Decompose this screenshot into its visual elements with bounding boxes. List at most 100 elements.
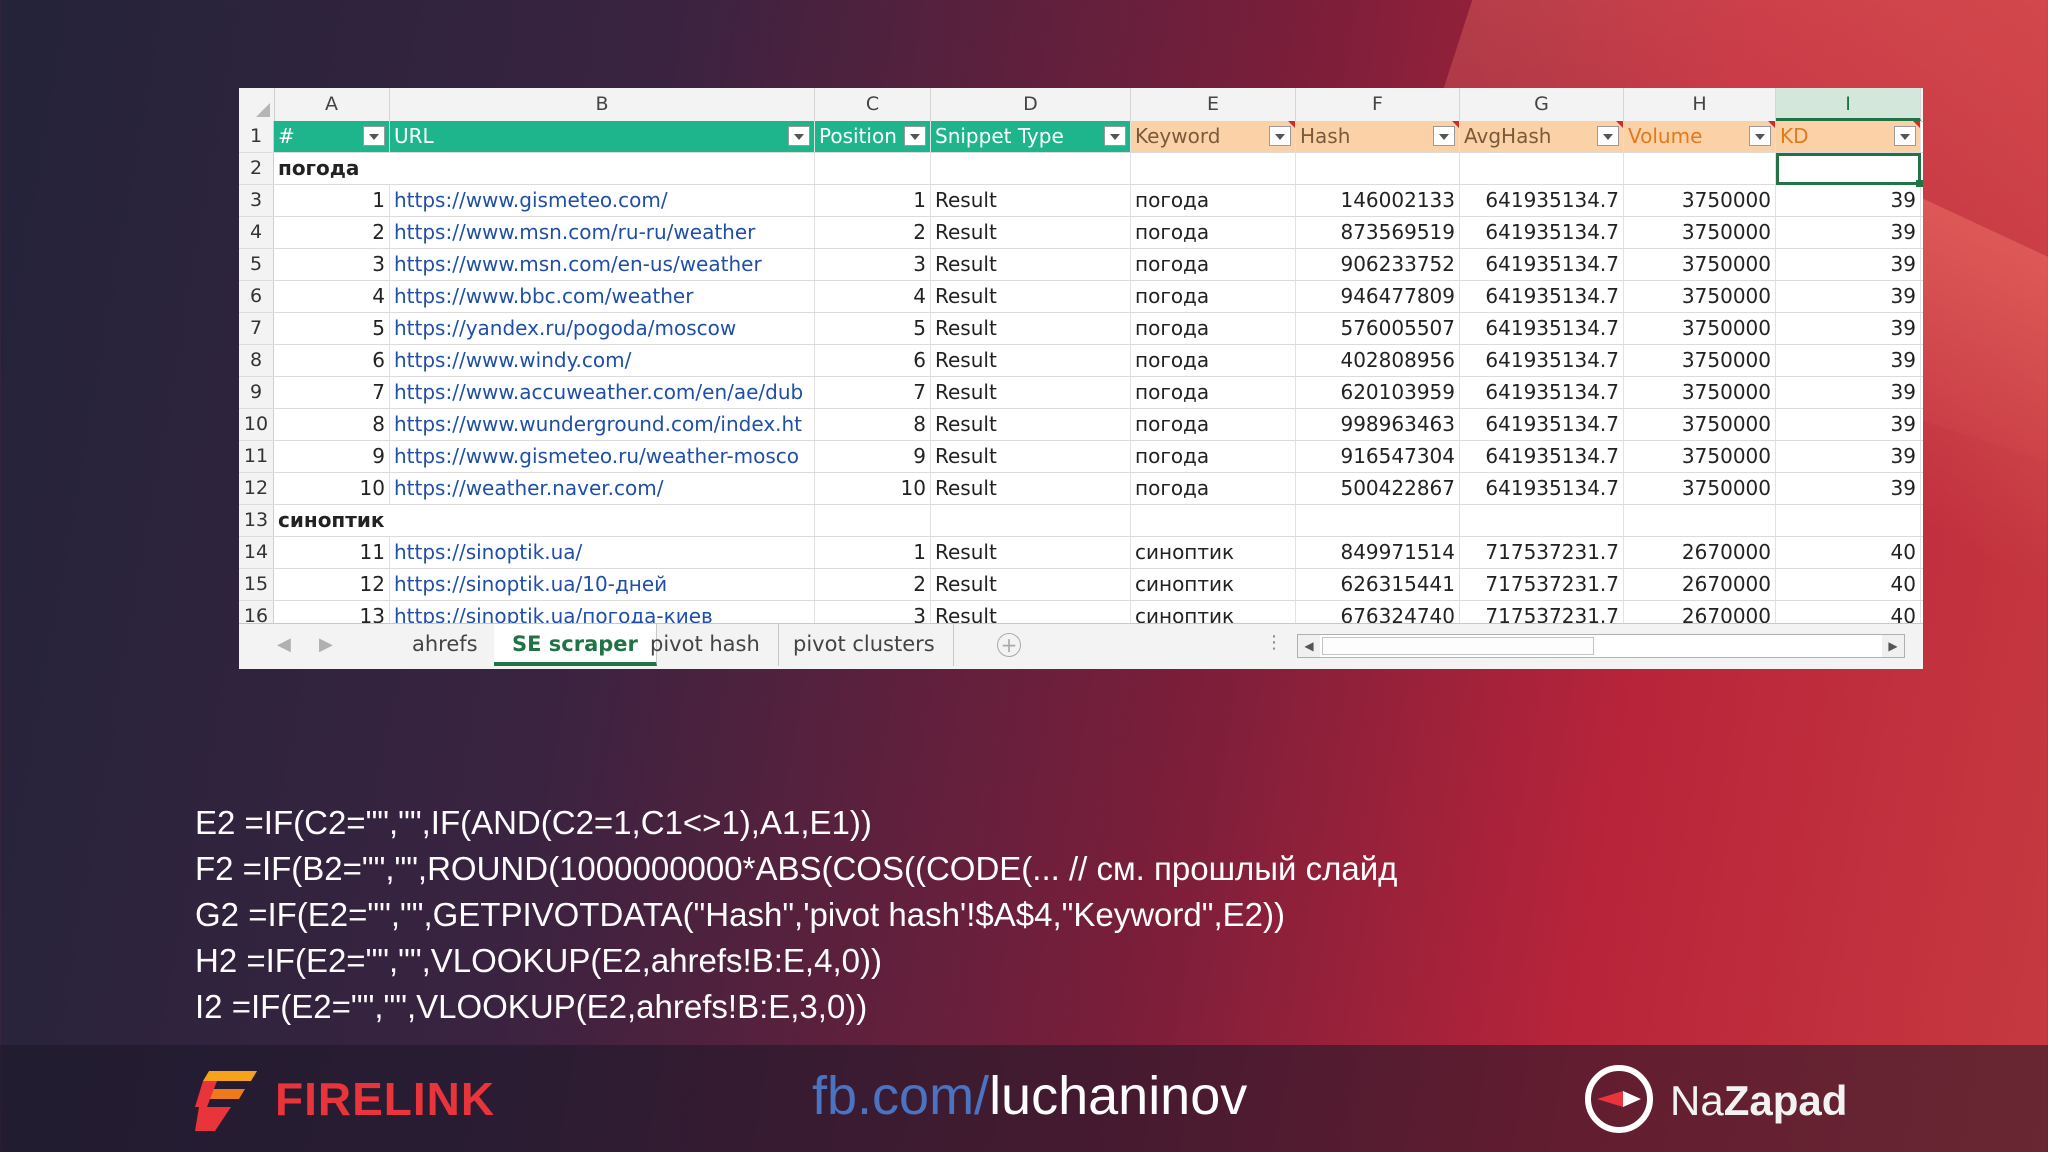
column-letter-a[interactable]: A [274, 88, 390, 121]
cell-d[interactable]: Result [931, 281, 1131, 312]
cell-d[interactable]: Result [931, 185, 1131, 216]
header-cell-h[interactable]: Volume [1624, 121, 1776, 152]
group-label-cell[interactable]: погода [274, 153, 390, 184]
cell-i[interactable]: 39 [1776, 313, 1921, 344]
url-link-cell[interactable]: https://www.msn.com/ru-ru/weather [390, 217, 815, 248]
cell-d[interactable]: Result [931, 217, 1131, 248]
row-number[interactable]: 13 [239, 505, 274, 536]
cell-i[interactable]: 40 [1776, 569, 1921, 600]
url-link-cell[interactable]: https://www.gismeteo.com/ [390, 185, 815, 216]
cell-a[interactable]: 3 [274, 249, 390, 280]
column-letter-b[interactable]: B [390, 88, 815, 121]
tabs-split-handle-icon[interactable]: ⋮ [1265, 632, 1283, 653]
cell-f[interactable]: 916547304 [1296, 441, 1460, 472]
cell-a[interactable]: 6 [274, 345, 390, 376]
header-cell-i[interactable]: KD [1776, 121, 1921, 152]
cell-h[interactable]: 2670000 [1624, 537, 1776, 568]
row-number[interactable]: 6 [239, 281, 274, 312]
cell-e[interactable]: синоптик [1131, 569, 1296, 600]
url-link-cell[interactable]: https://sinoptik.ua/ [390, 537, 815, 568]
filter-dropdown-icon[interactable] [1597, 126, 1619, 146]
cell-d[interactable]: Result [931, 313, 1131, 344]
empty-cell[interactable] [1624, 505, 1776, 536]
row-number[interactable]: 11 [239, 441, 274, 472]
row-number[interactable]: 14 [239, 537, 274, 568]
row-number[interactable]: 4 [239, 217, 274, 248]
cell-f[interactable]: 500422867 [1296, 473, 1460, 504]
cell-i[interactable]: 39 [1776, 473, 1921, 504]
next-sheet-arrow-icon[interactable]: ▶ [319, 634, 333, 655]
cell-g[interactable]: 641935134.7 [1460, 441, 1624, 472]
cell-f[interactable]: 849971514 [1296, 537, 1460, 568]
empty-cell[interactable] [1624, 153, 1776, 184]
cell-f[interactable]: 146002133 [1296, 185, 1460, 216]
cell-e[interactable]: погода [1131, 345, 1296, 376]
url-link-cell[interactable]: https://www.accuweather.com/en/ae/dub [390, 377, 815, 408]
header-cell-d[interactable]: Snippet Type [931, 121, 1131, 152]
cell-h[interactable]: 3750000 [1624, 441, 1776, 472]
url-link-cell[interactable]: https://www.msn.com/en-us/weather [390, 249, 815, 280]
cell-c[interactable]: 10 [815, 473, 931, 504]
cell-d[interactable]: Result [931, 377, 1131, 408]
filter-dropdown-icon[interactable] [1749, 126, 1771, 146]
column-letter-c[interactable]: C [815, 88, 931, 121]
url-link-cell[interactable]: https://sinoptik.ua/10-дней [390, 569, 815, 600]
cell-c[interactable]: 7 [815, 377, 931, 408]
header-cell-a[interactable]: # [274, 121, 390, 152]
empty-cell[interactable] [1296, 153, 1460, 184]
cell-g[interactable]: 641935134.7 [1460, 409, 1624, 440]
cell-i[interactable]: 39 [1776, 409, 1921, 440]
cell-g[interactable]: 641935134.7 [1460, 473, 1624, 504]
empty-cell[interactable] [815, 505, 931, 536]
cell-g[interactable]: 717537231.7 [1460, 569, 1624, 600]
cell-e[interactable]: погода [1131, 441, 1296, 472]
cell-e[interactable]: погода [1131, 409, 1296, 440]
empty-cell[interactable] [1296, 505, 1460, 536]
cell-c[interactable]: 6 [815, 345, 931, 376]
empty-cell[interactable] [390, 505, 815, 536]
cell-f[interactable]: 873569519 [1296, 217, 1460, 248]
cell-h[interactable]: 2670000 [1624, 569, 1776, 600]
cell-c[interactable]: 8 [815, 409, 931, 440]
cell-d[interactable]: Result [931, 473, 1131, 504]
cell-d[interactable]: Result [931, 441, 1131, 472]
row-number[interactable]: 2 [239, 153, 274, 184]
cell-g[interactable]: 717537231.7 [1460, 537, 1624, 568]
cell-h[interactable]: 3750000 [1624, 281, 1776, 312]
cell-a[interactable]: 2 [274, 217, 390, 248]
url-link-cell[interactable]: https://weather.naver.com/ [390, 473, 815, 504]
row-number[interactable]: 12 [239, 473, 274, 504]
header-cell-b[interactable]: URL [390, 121, 815, 152]
filter-dropdown-icon[interactable] [363, 126, 385, 146]
cell-h[interactable]: 3750000 [1624, 185, 1776, 216]
cell-h[interactable]: 3750000 [1624, 217, 1776, 248]
sheet-tab-pivot-clusters[interactable]: pivot clusters [775, 624, 954, 666]
cell-a[interactable]: 8 [274, 409, 390, 440]
filter-dropdown-icon[interactable] [904, 126, 926, 146]
cell-h[interactable]: 3750000 [1624, 345, 1776, 376]
cell-f[interactable]: 906233752 [1296, 249, 1460, 280]
cell-h[interactable]: 3750000 [1624, 249, 1776, 280]
cell-c[interactable]: 3 [815, 249, 931, 280]
cell-d[interactable]: Result [931, 537, 1131, 568]
header-cell-e[interactable]: Keyword [1131, 121, 1296, 152]
cell-g[interactable]: 641935134.7 [1460, 313, 1624, 344]
cell-a[interactable]: 1 [274, 185, 390, 216]
header-cell-c[interactable]: Position [815, 121, 931, 152]
cell-f[interactable]: 998963463 [1296, 409, 1460, 440]
cell-h[interactable]: 3750000 [1624, 313, 1776, 344]
url-link-cell[interactable]: https://www.gismeteo.ru/weather-mosco [390, 441, 815, 472]
filter-dropdown-icon[interactable] [1104, 126, 1126, 146]
column-letter-e[interactable]: E [1131, 88, 1296, 121]
select-all-corner[interactable] [239, 88, 275, 121]
cell-a[interactable]: 11 [274, 537, 390, 568]
cell-f[interactable]: 626315441 [1296, 569, 1460, 600]
cell-e[interactable]: погода [1131, 473, 1296, 504]
cell-f[interactable]: 946477809 [1296, 281, 1460, 312]
empty-cell[interactable] [1776, 505, 1921, 536]
empty-cell[interactable] [1460, 505, 1624, 536]
facebook-link[interactable]: fb.com/luchaninov [812, 1065, 1247, 1127]
empty-cell[interactable] [931, 505, 1131, 536]
cell-d[interactable]: Result [931, 569, 1131, 600]
cell-c[interactable]: 5 [815, 313, 931, 344]
